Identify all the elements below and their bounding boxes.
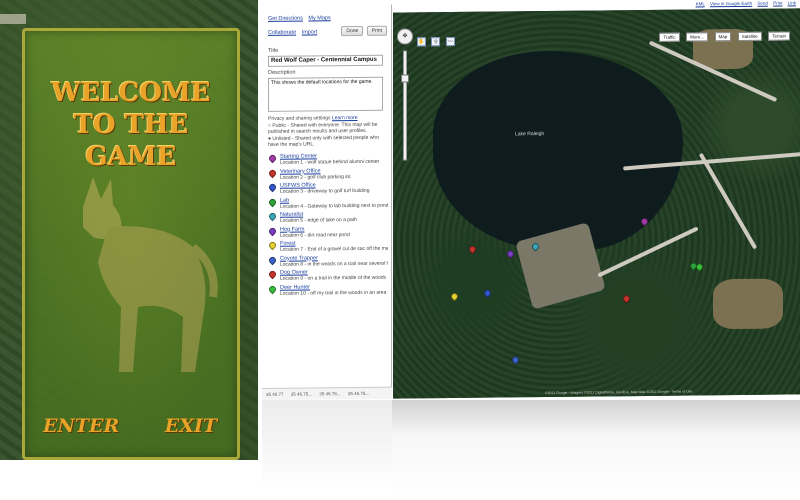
reflection-map: [392, 400, 800, 500]
map-mode-icons: ✋ ⚲ 〰: [417, 30, 456, 48]
pane-buttons: Done Print: [339, 25, 387, 37]
map-canvas[interactable]: Lake Raleigh ✥ ✋ ⚲ 〰 Traffic More... Map…: [393, 8, 800, 399]
pan-control[interactable]: ✥: [397, 28, 413, 45]
placemark-icon: [267, 167, 278, 178]
kml-link[interactable]: KML: [696, 1, 705, 6]
map-placemark-icon[interactable]: [449, 291, 460, 302]
my-maps-link[interactable]: My Maps: [308, 15, 330, 21]
map-type-buttons: Traffic More... Map Satellite Terrain: [657, 24, 790, 43]
collaborate-link[interactable]: Collaborate: [268, 30, 296, 36]
location-description: Location 4 - Gateway to lab building nex…: [280, 202, 388, 210]
placemark-icon: [267, 240, 278, 251]
location-item[interactable]: Deer Hunter Location 10 - off my trail in…: [267, 283, 388, 299]
location-description: Location 9 - on a trail in the middle of…: [280, 274, 387, 282]
location-description: Location 10 - off my trail in the woods …: [280, 289, 388, 297]
placemark-icon: [267, 283, 278, 294]
my-maps-pane: Get Directions My Maps Collaborate Impor…: [262, 4, 392, 401]
location-item[interactable]: Dog Owner Location 9 - on a trail in the …: [267, 269, 388, 285]
print-link[interactable]: Print: [773, 1, 782, 6]
hand-icon[interactable]: ✋: [417, 37, 426, 47]
wolf-image: [83, 177, 218, 372]
coord-4: 35 46.75...: [347, 390, 370, 397]
map-placemark-icon[interactable]: [467, 244, 478, 255]
traffic-button[interactable]: Traffic: [659, 32, 680, 42]
learn-more-link[interactable]: Learn more: [332, 115, 358, 121]
location-description: Location 1 - wolf statue behind alumni c…: [280, 158, 380, 166]
location-item[interactable]: Naturalist Location 5 - edge of lake on a…: [267, 211, 388, 227]
location-description: Location 3 - driveway to golf turf build…: [280, 187, 370, 195]
reflection-pane: [262, 400, 392, 500]
location-description: Location 6 - dirt road near pond: [280, 231, 350, 239]
coord-2: 35 46.75...: [290, 391, 313, 397]
collab-links: Collaborate Import: [268, 29, 321, 36]
coord-1: 35 40.77: [266, 391, 284, 397]
terrain-button[interactable]: Terrain: [768, 31, 790, 41]
location-item[interactable]: Coyote Trapper Location 8 - in the woods …: [267, 254, 388, 270]
map-button[interactable]: Map: [714, 32, 732, 42]
done-button[interactable]: Done: [341, 25, 364, 37]
placemark-icon: [267, 269, 278, 280]
privacy-settings: Privacy and sharing settings Learn more …: [268, 115, 386, 149]
location-description: Location 2 - golf club parking lot: [280, 173, 351, 181]
location-item[interactable]: USFWS Office Location 3 - driveway to gol…: [267, 182, 388, 198]
map-placemark-icon[interactable]: [482, 288, 493, 299]
public-option-text: Public - Shared with everyone. This map …: [268, 121, 378, 135]
location-item[interactable]: Hog Farm Location 6 - dirt road near pond: [267, 225, 388, 241]
location-description: Location 7 - End of a gravel cul de sac …: [280, 245, 388, 253]
placemark-icon: [267, 211, 278, 222]
map-controls: ✥: [397, 28, 413, 161]
print-button[interactable]: Print: [366, 25, 387, 36]
map-placemark-icon[interactable]: [510, 354, 521, 365]
line-icon[interactable]: 〰: [445, 36, 455, 47]
zoom-knob[interactable]: [401, 74, 409, 83]
location-description: Location 5 - edge of lake on a path: [280, 217, 358, 224]
description-field[interactable]: This shows the default locations for the…: [268, 76, 383, 112]
map-placemark-icon[interactable]: [621, 293, 632, 304]
coordinate-bar: 35 40.77 35 46.75... 35 46.76... 35 46.7…: [262, 386, 392, 400]
link-link[interactable]: Link: [788, 0, 796, 5]
send-link[interactable]: Send: [757, 1, 768, 6]
placemark-icon: [267, 196, 278, 207]
placemark-icon[interactable]: ⚲: [431, 37, 441, 47]
game-welcome-panel: WELCOME TO THE GAME ENTER EXIT: [22, 28, 240, 460]
location-item[interactable]: Starting Center Location 1 - wolf statue …: [267, 153, 388, 169]
placemark-icon: [267, 254, 278, 265]
unlisted-option-text: Unlisted - Shared only with selected peo…: [268, 134, 379, 148]
title-field[interactable]: Red Wolf Caper - Centennial Campus: [268, 54, 383, 67]
unlisted-radio[interactable]: ●: [268, 135, 271, 141]
top-nav: Get Directions My Maps: [268, 15, 335, 22]
lake-label: Lake Raleigh: [515, 131, 545, 138]
location-item[interactable]: Forest Location 7 - End of a gravel cul d…: [267, 240, 388, 256]
google-earth-link[interactable]: View in Google Earth: [710, 1, 752, 6]
map-attribution: ©2011 Google - Imagery ©2011 DigitalGlob…: [545, 389, 693, 396]
location-item[interactable]: Veterinary Office Location 2 - golf club …: [267, 167, 388, 183]
satellite-button[interactable]: Satellite: [737, 31, 762, 42]
import-link[interactable]: Import: [302, 29, 318, 35]
backdrop-road: [0, 14, 26, 24]
placemark-icon: [267, 153, 278, 164]
location-item[interactable]: Lab Location 4 - Gateway to lab building …: [267, 196, 388, 212]
enter-button[interactable]: ENTER: [43, 415, 119, 437]
title-label: Title: [268, 47, 279, 54]
location-description: Location 8 - in the woods on a trail nea…: [280, 260, 388, 268]
zoom-slider[interactable]: [403, 50, 407, 161]
google-maps-window: Get Directions My Maps Collaborate Impor…: [262, 0, 800, 401]
public-radio[interactable]: ○: [268, 122, 271, 128]
welcome-title: WELCOME TO THE GAME: [51, 78, 211, 172]
exit-button[interactable]: EXIT: [165, 415, 217, 437]
clearing: [713, 278, 783, 330]
placemark-icon: [267, 182, 278, 193]
coord-3: 35 46.76...: [319, 391, 341, 397]
description-label: Description: [268, 69, 296, 76]
map-placemark-icon[interactable]: [505, 248, 516, 259]
location-list: Starting Center Location 1 - wolf statue …: [267, 153, 388, 299]
placemark-icon: [267, 225, 278, 236]
more-button[interactable]: More...: [686, 32, 709, 42]
road: [698, 152, 758, 250]
get-directions-link[interactable]: Get Directions: [268, 16, 303, 22]
